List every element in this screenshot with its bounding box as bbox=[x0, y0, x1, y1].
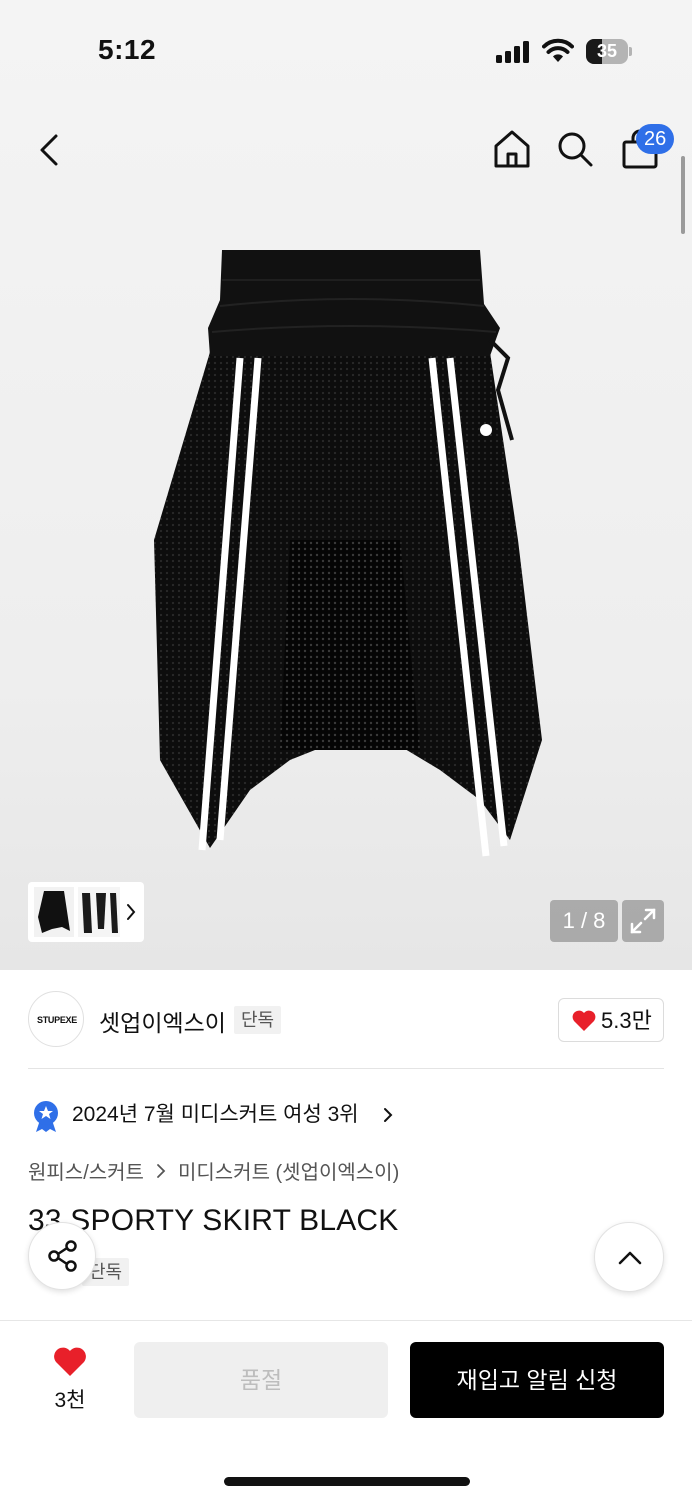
heart-icon[interactable] bbox=[52, 1346, 88, 1378]
ranking-badge-icon bbox=[34, 1101, 58, 1132]
home-indicator bbox=[224, 1477, 470, 1486]
product-image-gallery[interactable]: 5:12 35 26 1 / 8 bbox=[0, 0, 692, 970]
brand-name[interactable]: 셋업이엑스이 bbox=[99, 1004, 226, 1038]
expand-button[interactable] bbox=[622, 900, 664, 942]
cellular-signal-icon bbox=[496, 41, 529, 63]
breadcrumb-category[interactable]: 원피스/스커트 bbox=[28, 1162, 144, 1184]
product-image[interactable] bbox=[140, 240, 560, 880]
brand-like-button[interactable]: 5.3만 bbox=[558, 998, 664, 1042]
thumbnail-strip[interactable] bbox=[28, 882, 144, 942]
scroll-to-top-button[interactable] bbox=[594, 1222, 664, 1292]
expand-icon bbox=[630, 908, 656, 934]
image-counter: 1 / 8 bbox=[550, 900, 618, 942]
thumbnail-images[interactable] bbox=[34, 887, 120, 937]
wifi-icon bbox=[542, 38, 574, 62]
share-button[interactable] bbox=[28, 1222, 96, 1290]
battery-icon: 35 bbox=[586, 39, 632, 64]
chevron-right-icon bbox=[384, 1108, 393, 1122]
chevron-right-icon[interactable] bbox=[124, 900, 138, 924]
status-time: 5:12 bbox=[98, 34, 157, 65]
breadcrumb-subcategory[interactable]: 미디스커트 (셋업이엑스이) bbox=[178, 1162, 399, 1184]
heart-icon bbox=[572, 1010, 596, 1031]
cart-count-badge[interactable]: 26 bbox=[636, 124, 675, 154]
soldout-button[interactable]: 품절 bbox=[134, 1342, 388, 1418]
status-bar: 5:12 35 bbox=[0, 0, 692, 100]
brand-like-count: 5.3만 bbox=[601, 1008, 652, 1033]
chevron-up-icon bbox=[618, 1251, 642, 1265]
exclusive-tag: 단독 bbox=[234, 1006, 282, 1034]
breadcrumb: 원피스/스커트 미디스커트 (셋업이엑스이) bbox=[28, 1156, 399, 1185]
wish-count[interactable]: 3천 bbox=[40, 1384, 100, 1414]
search-icon[interactable] bbox=[556, 130, 594, 168]
divider bbox=[28, 1068, 664, 1069]
ranking-text: 2024년 7월 미디스커트 여성 3위 bbox=[72, 1103, 359, 1126]
home-icon[interactable] bbox=[492, 128, 532, 170]
share-icon bbox=[48, 1240, 77, 1272]
restock-alert-button[interactable]: 재입고 알림 신청 bbox=[410, 1342, 664, 1418]
brand-logo[interactable]: STUPEXE bbox=[28, 991, 84, 1047]
chevron-right-icon bbox=[157, 1163, 166, 1178]
back-arrow-icon[interactable] bbox=[34, 130, 66, 170]
battery-level: 35 bbox=[596, 41, 618, 61]
scroll-indicator bbox=[681, 156, 685, 234]
brand-logo-text: STUPEXE bbox=[37, 1015, 77, 1025]
